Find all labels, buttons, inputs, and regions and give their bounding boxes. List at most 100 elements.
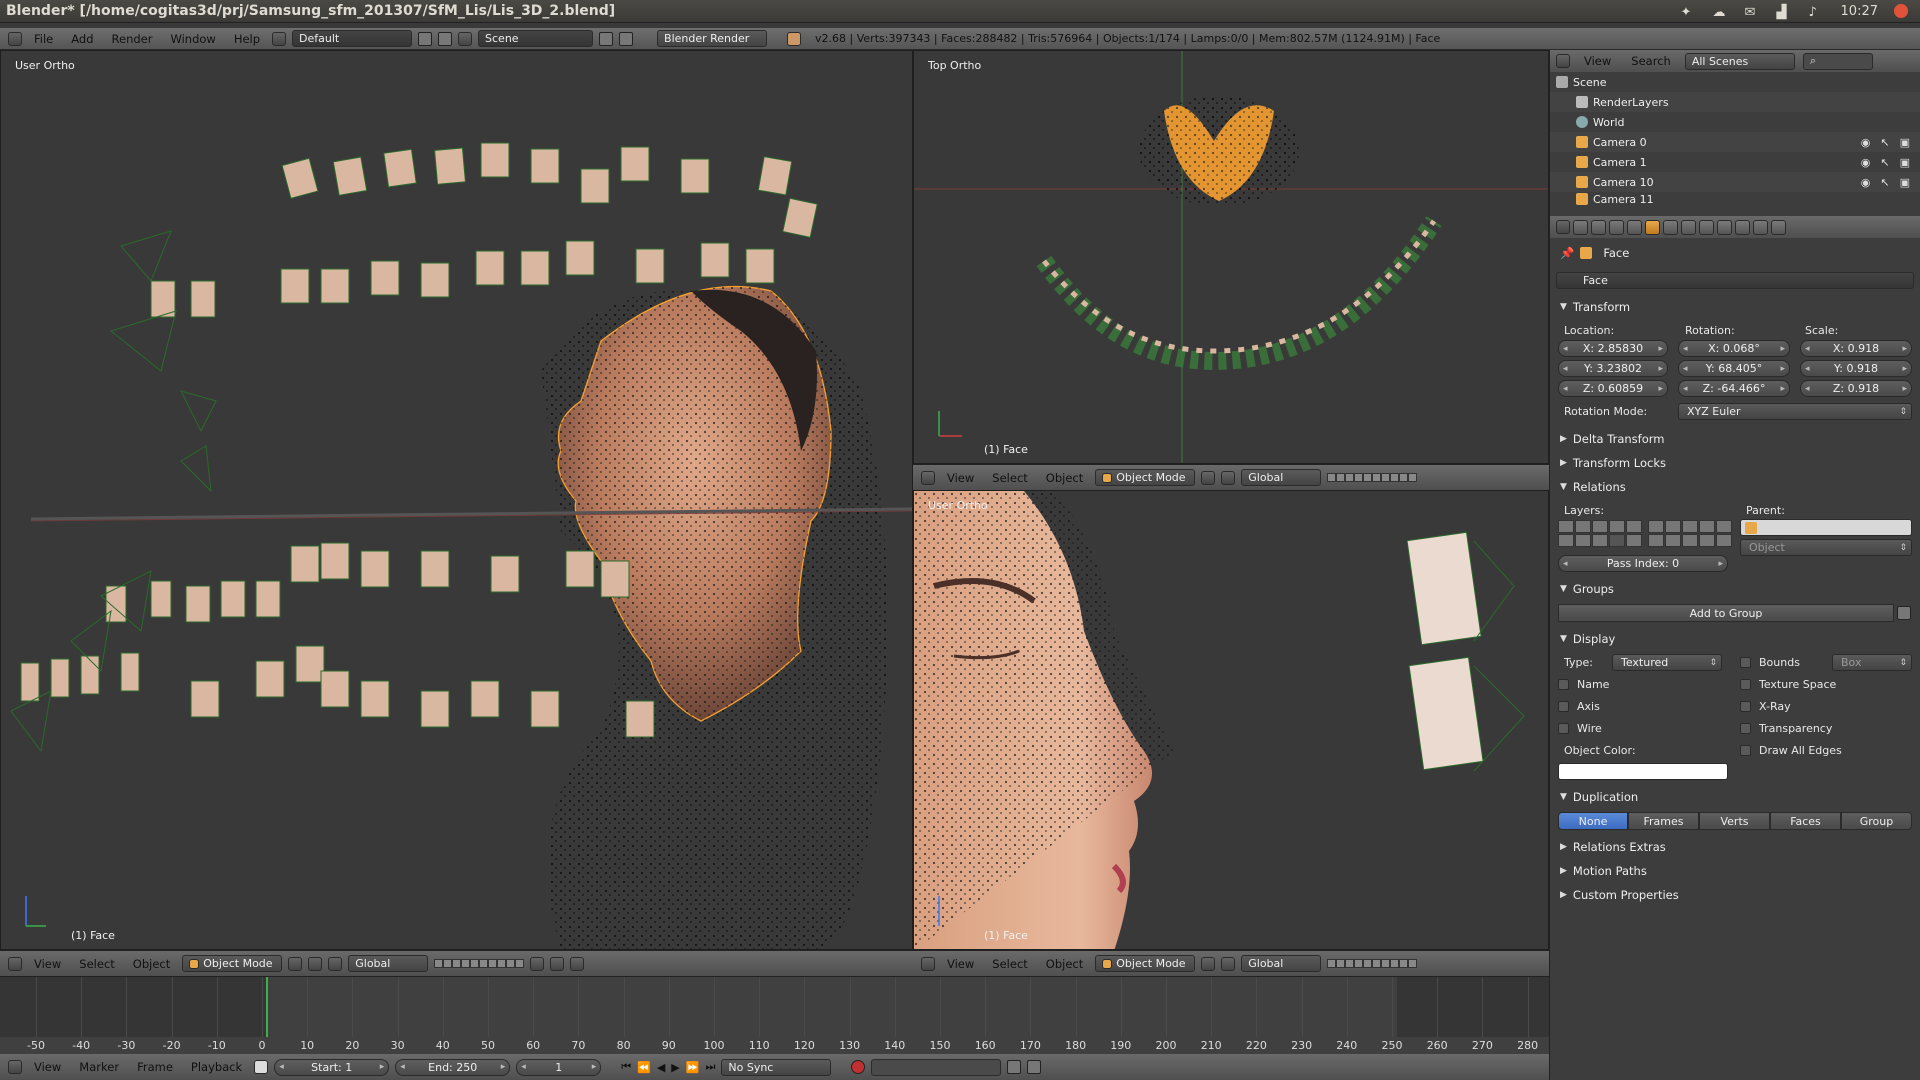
left-orientation-select[interactable]: Global xyxy=(348,955,429,972)
keying-set-field[interactable] xyxy=(871,1058,1002,1076)
display-panel-header[interactable]: ▼ Display xyxy=(1550,628,1615,650)
current-frame-field[interactable]: 1 xyxy=(516,1058,602,1076)
location-z-field[interactable]: Z: 0.60859 xyxy=(1558,380,1668,397)
viewport-bottom-right[interactable]: User Ortho (1) Face xyxy=(913,490,1549,950)
screen-layout-field[interactable]: Default xyxy=(292,30,413,47)
draw-all-edges-checkbox[interactable]: Draw All Edges xyxy=(1740,744,1842,757)
end-frame-field[interactable]: End: 250 xyxy=(395,1058,511,1076)
volume-icon[interactable]: ♪ xyxy=(1809,5,1825,20)
play-icon[interactable]: ▶ xyxy=(671,1061,679,1074)
outliner-row-camera-0[interactable]: Camera 0 ◉ ↖ ▣ xyxy=(1550,132,1920,152)
groups-panel-header[interactable]: ▼ Groups xyxy=(1550,578,1614,600)
insert-keyframe-icon[interactable] xyxy=(1007,1060,1022,1074)
viewport-top-right[interactable]: Top Ortho (1) Face xyxy=(913,50,1549,464)
add-scene-icon[interactable] xyxy=(599,31,614,46)
eye-icon[interactable]: ◉ xyxy=(1861,156,1871,169)
sync-mode-select[interactable]: No Sync xyxy=(721,1058,832,1076)
jump-end-icon[interactable]: ⏭ xyxy=(705,1060,715,1074)
object-tab-icon[interactable] xyxy=(1645,219,1660,235)
display-type-select[interactable]: Textured xyxy=(1612,654,1722,671)
pivot-icon[interactable] xyxy=(308,956,323,971)
modifiers-tab-icon[interactable] xyxy=(1681,219,1696,235)
timeline-menu-marker[interactable]: Marker xyxy=(73,1060,125,1074)
duplication-frames-button[interactable]: Frames xyxy=(1628,812,1699,830)
power-icon[interactable] xyxy=(1894,4,1908,18)
timeline-menu-frame[interactable]: Frame xyxy=(131,1060,179,1074)
pin-icon[interactable]: 📌 xyxy=(1560,246,1574,260)
cursor-icon[interactable]: ↖ xyxy=(1880,156,1889,169)
outliner-row-camera-10[interactable]: Camera 10 ◉ ↖ ▣ xyxy=(1550,172,1920,192)
duplication-faces-button[interactable]: Faces xyxy=(1770,812,1841,830)
start-frame-field[interactable]: Start: 1 xyxy=(274,1058,390,1076)
timeline-menu-view[interactable]: View xyxy=(28,1060,67,1074)
eye-icon[interactable]: ◉ xyxy=(1861,136,1871,149)
delete-screen-icon[interactable] xyxy=(438,31,453,46)
rotation-y-field[interactable]: Y: 68.405° xyxy=(1678,360,1790,377)
scene-tab-icon[interactable] xyxy=(1609,219,1624,235)
texture-space-checkbox[interactable]: Texture Space xyxy=(1740,678,1836,691)
keyframe-next-icon[interactable]: ⏩ xyxy=(686,1061,700,1074)
bottom-menu-object[interactable]: Object xyxy=(1040,957,1089,971)
object-layers-grid[interactable] xyxy=(1558,520,1732,547)
snap-icon[interactable] xyxy=(550,956,565,971)
cursor-icon[interactable]: ↖ xyxy=(1880,176,1889,189)
rotation-z-field[interactable]: Z: -64.466° xyxy=(1678,380,1790,397)
delta-transform-panel-header[interactable]: ▶ Delta Transform xyxy=(1550,428,1664,450)
menu-add[interactable]: Add xyxy=(65,32,99,46)
transform-locks-panel-header[interactable]: ▶ Transform Locks xyxy=(1550,452,1666,474)
location-x-field[interactable]: X: 2.85830 xyxy=(1558,340,1668,357)
rotation-mode-select[interactable]: XYZ Euler xyxy=(1678,403,1912,420)
location-y-field[interactable]: Y: 3.23802 xyxy=(1558,360,1668,377)
duplication-group-button[interactable]: Group xyxy=(1841,812,1912,830)
texture-tab-icon[interactable] xyxy=(1735,219,1750,235)
bottom-shading-icon[interactable] xyxy=(1201,956,1216,971)
menu-render[interactable]: Render xyxy=(106,32,159,46)
left-menu-select[interactable]: Select xyxy=(73,957,120,971)
scale-z-field[interactable]: Z: 0.918 xyxy=(1800,380,1912,397)
top-mode-select[interactable]: Object Mode xyxy=(1095,469,1196,486)
render-icon[interactable]: ▣ xyxy=(1900,156,1910,169)
left-mode-select[interactable]: Object Mode xyxy=(182,955,283,972)
outliner-editor-icon[interactable] xyxy=(1556,54,1570,68)
name-checkbox[interactable]: Name xyxy=(1558,678,1609,691)
clock[interactable]: 10:27 xyxy=(1841,4,1878,19)
menu-file[interactable]: File xyxy=(28,32,59,46)
left-menu-view[interactable]: View xyxy=(28,957,67,971)
world-tab-icon[interactable] xyxy=(1627,219,1642,235)
bottom-pivot-icon[interactable] xyxy=(1221,956,1236,971)
preview-range-icon[interactable] xyxy=(254,1060,269,1074)
viewport-shading-icon[interactable] xyxy=(288,956,303,971)
timeline-menu-playback[interactable]: Playback xyxy=(185,1060,248,1074)
proportional-edit-icon[interactable] xyxy=(530,956,545,971)
add-screen-icon[interactable] xyxy=(418,31,433,46)
play-reverse-icon[interactable]: ◀ xyxy=(657,1061,665,1074)
top-menu-object[interactable]: Object xyxy=(1040,471,1089,485)
current-frame-marker[interactable] xyxy=(266,977,268,1037)
constraints-tab-icon[interactable] xyxy=(1663,219,1678,235)
motion-paths-panel-header[interactable]: ▶ Motion Paths xyxy=(1550,860,1647,882)
cursor-icon[interactable]: ↖ xyxy=(1880,136,1889,149)
keyframe-prev-icon[interactable]: ⏪ xyxy=(637,1061,651,1074)
render-tab-icon[interactable] xyxy=(1573,219,1588,235)
scale-y-field[interactable]: Y: 0.918 xyxy=(1800,360,1912,377)
bottom-view3d-editor-icon[interactable] xyxy=(921,956,935,971)
bottom-layers-grid[interactable] xyxy=(1327,959,1418,968)
top-orientation-select[interactable]: Global xyxy=(1241,469,1322,486)
duplication-verts-button[interactable]: Verts xyxy=(1699,812,1770,830)
scene-icon[interactable] xyxy=(458,31,473,46)
transform-panel-header[interactable]: ▼ Transform xyxy=(1550,296,1630,318)
outliner-row-world[interactable]: World xyxy=(1550,112,1920,132)
outliner-menu-search[interactable]: Search xyxy=(1625,54,1677,68)
bottom-menu-select[interactable]: Select xyxy=(986,957,1033,971)
render-icon[interactable]: ▣ xyxy=(1900,136,1910,149)
left-menu-object[interactable]: Object xyxy=(127,957,176,971)
duplication-panel-header[interactable]: ▼ Duplication xyxy=(1550,786,1638,808)
top-shading-icon[interactable] xyxy=(1201,470,1216,485)
add-group-icon[interactable] xyxy=(1897,606,1911,620)
top-layers-grid[interactable] xyxy=(1327,473,1418,482)
physics-tab-icon[interactable] xyxy=(1771,219,1786,235)
render-icon[interactable]: ▣ xyxy=(1900,176,1910,189)
outliner-search-input[interactable]: ⌕ xyxy=(1802,52,1873,70)
transparency-checkbox[interactable]: Transparency xyxy=(1740,722,1832,735)
eye-icon[interactable]: ◉ xyxy=(1861,176,1871,189)
